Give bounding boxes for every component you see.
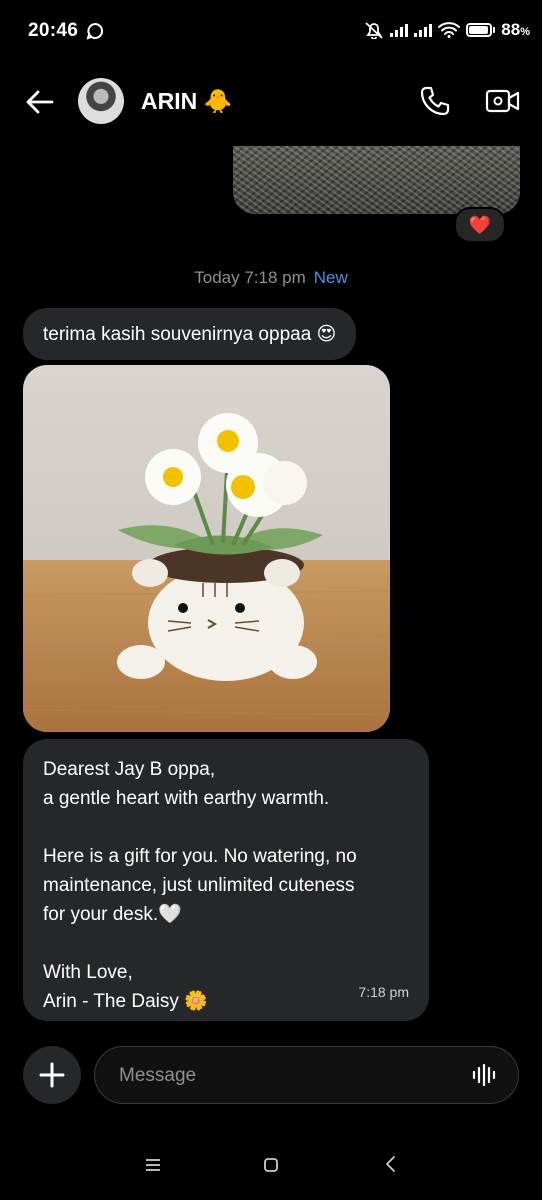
received-photo[interactable] <box>23 365 390 732</box>
message-line: With Love, <box>43 962 133 983</box>
message-line: maintenance, just unlimited cuteness <box>43 875 355 896</box>
video-call-button[interactable] <box>485 86 521 116</box>
wifi-icon <box>438 22 461 38</box>
system-back-button[interactable] <box>384 1155 398 1173</box>
voice-message-button[interactable] <box>472 1064 496 1086</box>
received-message-1[interactable]: terima kasih souvenirnya oppaa 😍 <box>23 308 357 360</box>
plus-icon <box>39 1062 65 1088</box>
message-line: Arin - The Daisy 🌼 <box>43 991 208 1012</box>
call-button[interactable] <box>418 84 452 118</box>
avatar[interactable] <box>78 78 124 124</box>
signal-1-icon <box>390 23 409 37</box>
recent-apps-button[interactable] <box>144 1157 162 1173</box>
add-button[interactable] <box>23 1046 81 1104</box>
timestamp-divider: Today 7:18 pm New <box>0 268 542 288</box>
battery-icon <box>466 23 493 37</box>
message-line: Dearest Jay B oppa, <box>43 759 216 780</box>
message-input[interactable] <box>117 1047 461 1105</box>
timestamp: Today 7:18 pm <box>194 268 306 287</box>
home-button[interactable] <box>263 1157 279 1173</box>
sent-image[interactable] <box>233 146 520 214</box>
message-line: for your desk.🤍 <box>43 904 182 925</box>
battery-level: 88 <box>501 20 521 39</box>
new-label: New <box>313 268 348 287</box>
message-time: 7:18 pm <box>358 984 409 1000</box>
message-composer[interactable] <box>94 1046 519 1105</box>
message-line: a gentle heart with earthy warmth. <box>43 788 330 809</box>
status-time: 20:46 <box>28 20 79 41</box>
chat-notification-icon <box>86 22 104 40</box>
bell-off-icon <box>365 22 383 39</box>
heart-reaction[interactable]: ❤️ <box>454 207 506 243</box>
received-message-2[interactable]: Dearest Jay B oppa, a gentle heart with … <box>23 739 429 1021</box>
contact-name[interactable]: ARIN 🐥 <box>141 88 232 115</box>
message-line: Here is a gift for you. No watering, no <box>43 846 357 867</box>
status-icons: 88% <box>364 20 530 40</box>
back-button[interactable] <box>24 86 56 118</box>
crochet-plant-photo <box>23 365 390 732</box>
battery-unit: % <box>520 26 530 38</box>
signal-2-icon <box>414 23 433 37</box>
